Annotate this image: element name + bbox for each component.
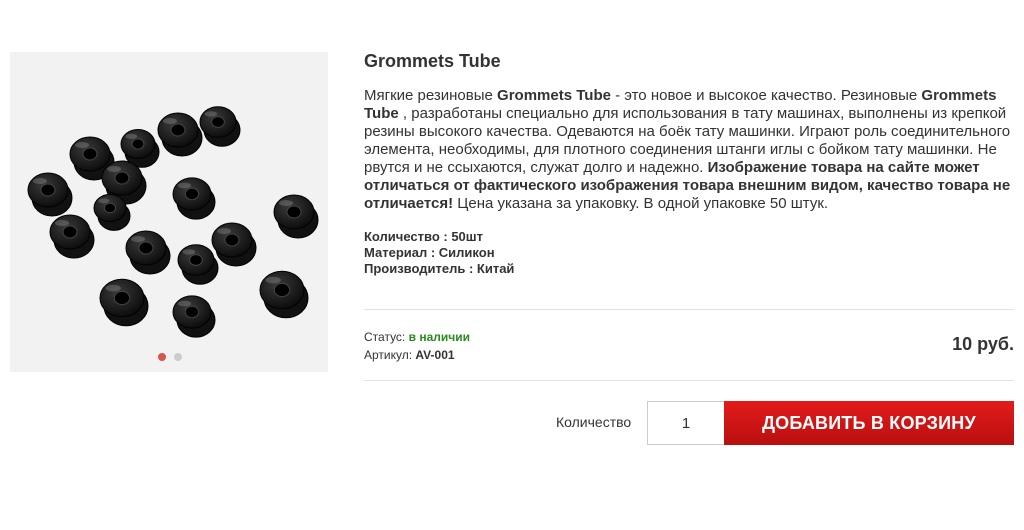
product-title: Grommets Tube [364,51,501,71]
product-properties: Количество : 50шт Материал : Силикон Про… [364,229,1014,277]
divider [364,309,1014,310]
property-quantity: Количество : 50шт [364,229,483,244]
property-manufacturer: Производитель : Китай [364,261,515,276]
divider [364,380,1014,381]
quantity-label: Количество [556,414,632,430]
quantity-input[interactable] [647,401,724,445]
add-to-cart-button[interactable]: ДОБАВИТЬ В КОРЗИНУ [724,401,1014,445]
sku-label: Артикул: [364,348,416,362]
gallery-dot-1[interactable] [158,353,166,361]
product-description: Мягкие резиновые Grommets Tube - это нов… [364,87,1014,213]
product-meta: Статус: в наличии Артикул: AV-001 [364,328,470,364]
status-badge: в наличии [408,330,470,344]
product-price: 10 руб. [952,334,1014,354]
gallery-dot-2[interactable] [174,353,182,361]
desc-text: Цена указана за упаковку. В одной упаков… [453,195,829,212]
product-image-gallery[interactable] [10,52,328,372]
status-label: Статус: [364,330,409,344]
product-photo [10,52,328,372]
desc-text: Мягкие резиновые [364,87,498,104]
property-material: Материал : Силикон [364,245,495,260]
desc-bold: Grommets Tube [497,87,611,104]
sku-line: Артикул: AV-001 [364,346,470,364]
desc-text: - это новое и высокое качество. Резиновы… [610,87,922,104]
status-line: Статус: в наличии [364,328,470,346]
gallery-pagination [158,353,182,361]
product-info: Grommets Tube Мягкие резиновые Grommets … [364,50,1014,277]
sku-value: AV-001 [415,348,455,362]
